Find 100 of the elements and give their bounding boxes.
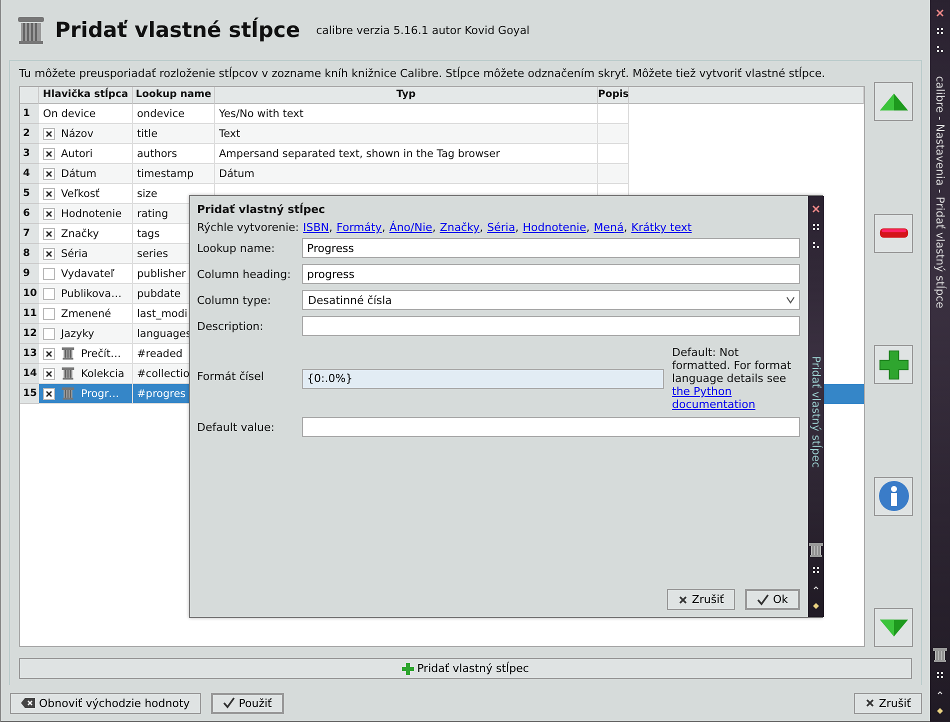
- close-icon[interactable]: [811, 204, 821, 214]
- chevron-down-icon: [786, 296, 795, 304]
- pillar-icon: [61, 367, 75, 380]
- column-header[interactable]: Popis: [598, 87, 629, 104]
- documentation-link[interactable]: the Python documentation: [672, 385, 800, 411]
- checkbox[interactable]: [43, 308, 55, 320]
- input-field[interactable]: [302, 316, 800, 336]
- column-heading-text: Veľkosť: [61, 188, 100, 200]
- info-icon: [878, 480, 910, 512]
- row-number: 9: [20, 264, 39, 284]
- checkbox[interactable]: [43, 188, 55, 200]
- window-title: calibre - Nastavenia - Pridať vlastný stĺpce: [934, 76, 946, 308]
- checkbox[interactable]: [43, 288, 55, 300]
- separator-text: ,: [624, 221, 628, 234]
- separator-text: ,: [480, 221, 484, 234]
- checkmark-icon: [756, 594, 769, 606]
- add-column-button[interactable]: Pridať vlastný stĺpec: [19, 658, 912, 679]
- field-label: Description:: [197, 320, 264, 332]
- column-heading-text: Značky: [61, 228, 99, 240]
- up-arrow-icon: [878, 92, 908, 112]
- diamond-icon[interactable]: [811, 601, 821, 611]
- quick-create-link[interactable]: Krátky text: [631, 221, 692, 234]
- dots-icon[interactable]: [935, 26, 945, 36]
- row-number: 11: [20, 304, 39, 324]
- checkbox[interactable]: [43, 388, 55, 400]
- dots-icon[interactable]: [811, 565, 821, 575]
- diamond-icon[interactable]: [935, 706, 945, 716]
- number-format-field[interactable]: {0:.0%}: [302, 368, 664, 388]
- input-field[interactable]: [302, 417, 800, 437]
- lookup-name-text: #readed: [137, 348, 183, 360]
- row-number: 1: [20, 104, 39, 124]
- checkbox[interactable]: [43, 348, 55, 360]
- dots-icon[interactable]: [935, 44, 945, 54]
- quick-create-link[interactable]: ISBN: [303, 221, 330, 234]
- checkbox[interactable]: [43, 208, 55, 220]
- checkbox[interactable]: [43, 268, 55, 280]
- backspace-icon: [21, 698, 35, 708]
- checkbox[interactable]: [43, 228, 55, 240]
- quick-create-link[interactable]: Formáty: [336, 221, 382, 234]
- field-label: Default value:: [197, 420, 274, 434]
- close-icon: [864, 698, 875, 708]
- plus-icon: [878, 350, 908, 380]
- remove-button[interactable]: [874, 214, 913, 252]
- quick-create-link[interactable]: Mená: [594, 221, 624, 234]
- info-button[interactable]: [874, 476, 913, 516]
- type-text: Dátum: [219, 168, 255, 180]
- plus-icon: [402, 662, 414, 674]
- move-up-button[interactable]: [874, 82, 913, 121]
- type-text: Yes/No with text: [219, 108, 304, 120]
- input-field[interactable]: Progress: [302, 238, 800, 258]
- pillar-icon: [61, 387, 75, 400]
- column-header[interactable]: Hlavička stĺpca: [39, 87, 133, 104]
- close-icon[interactable]: [935, 8, 945, 18]
- dots-icon[interactable]: [811, 222, 821, 232]
- checkbox[interactable]: [43, 368, 55, 380]
- pillar-icon[interactable]: [808, 543, 824, 557]
- column-heading-text: On device: [43, 108, 96, 120]
- checkbox[interactable]: [43, 148, 55, 160]
- add-button[interactable]: [874, 345, 913, 384]
- pillar-icon: [15, 14, 47, 46]
- page-title: Pridať vlastné stĺpce: [55, 18, 300, 42]
- column-heading-text: Jazyky: [61, 328, 94, 340]
- separator-text: ,: [586, 221, 590, 234]
- quick-create-link[interactable]: Áno/Nie: [389, 221, 432, 234]
- row-number: 5: [20, 184, 39, 204]
- cancel-button[interactable]: Zrušiť: [854, 692, 922, 714]
- quick-create-link[interactable]: Hodnotenie: [522, 221, 586, 234]
- row-number: 7: [20, 224, 39, 244]
- type-text: Ampersand separated text, shown in the Tag browser: [219, 148, 500, 160]
- type-text: Text: [219, 128, 240, 140]
- pillar-icon: [61, 347, 75, 360]
- pillar-icon[interactable]: [932, 648, 948, 662]
- checkbox[interactable]: [43, 248, 55, 260]
- checkbox[interactable]: [43, 168, 55, 180]
- dots-icon[interactable]: [935, 670, 945, 680]
- row-number: 8: [20, 244, 39, 264]
- field-label: Column type:: [197, 294, 271, 306]
- restore-defaults-button[interactable]: Obnoviť východzie hodnoty: [10, 692, 201, 714]
- column-heading-text: Hodnotenie: [61, 208, 122, 220]
- column-heading-text: Progr…: [81, 388, 120, 400]
- column-header[interactable]: Lookup name: [133, 87, 215, 104]
- version-text: calibre verzia 5.16.1 autor Kovid Goyal: [316, 24, 530, 36]
- cancel-button[interactable]: Zrušiť: [666, 589, 735, 610]
- checkbox[interactable]: [43, 128, 55, 140]
- separator-text: ,: [382, 221, 386, 234]
- row-number: 3: [20, 144, 39, 164]
- lookup-name-text: series: [137, 248, 168, 260]
- quick-create-link[interactable]: Značky: [440, 221, 480, 234]
- field-label: Formát čísel: [197, 370, 264, 383]
- apply-button[interactable]: Použiť: [210, 692, 284, 714]
- ok-button[interactable]: Ok: [744, 589, 800, 610]
- dots-icon[interactable]: [811, 240, 821, 250]
- column-header[interactable]: Typ: [215, 87, 598, 104]
- quick-create-link[interactable]: Séria: [487, 221, 516, 234]
- checkbox[interactable]: [43, 328, 55, 340]
- input-field[interactable]: progress: [302, 264, 800, 284]
- lookup-name-text: authors: [137, 148, 178, 160]
- lookup-name-text: last_modi: [137, 308, 188, 320]
- move-down-button[interactable]: [874, 608, 913, 647]
- column-type-dropdown[interactable]: Desatinné čísla: [302, 290, 800, 310]
